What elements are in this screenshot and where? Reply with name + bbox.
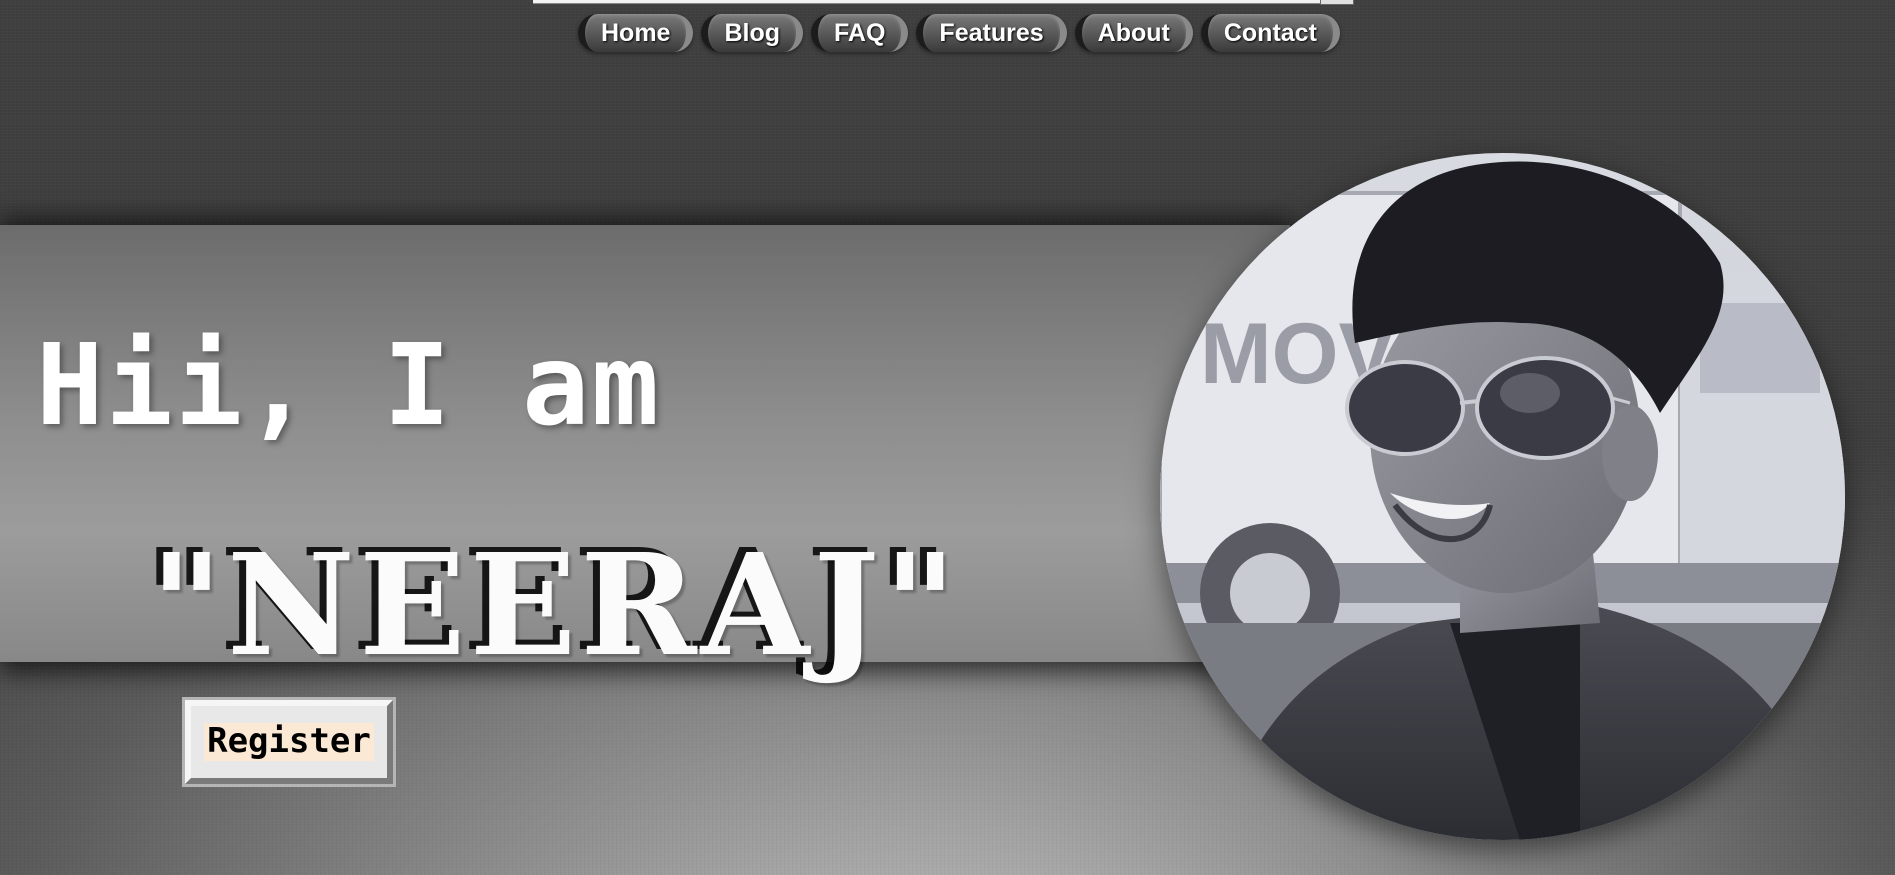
- nav-features-link[interactable]: Features: [916, 14, 1067, 52]
- top-strip-handle: [1320, 0, 1354, 5]
- main-nav: Home Blog FAQ Features About Contact: [578, 14, 1340, 52]
- top-scroll-strip: [533, 0, 1353, 4]
- register-button[interactable]: Register: [182, 697, 396, 787]
- hero-greeting: Hii, I am: [36, 321, 661, 452]
- profile-portrait: MOVE: [1160, 153, 1845, 840]
- nav-about-link[interactable]: About: [1074, 14, 1193, 52]
- hero-name: "NEERAJ": [150, 524, 961, 689]
- nav-home-link[interactable]: Home: [578, 14, 694, 52]
- nav-faq-link[interactable]: FAQ: [811, 14, 909, 52]
- nav-contact-link[interactable]: Contact: [1200, 14, 1340, 52]
- nav-blog-link[interactable]: Blog: [701, 14, 804, 52]
- register-button-label: Register: [204, 722, 374, 761]
